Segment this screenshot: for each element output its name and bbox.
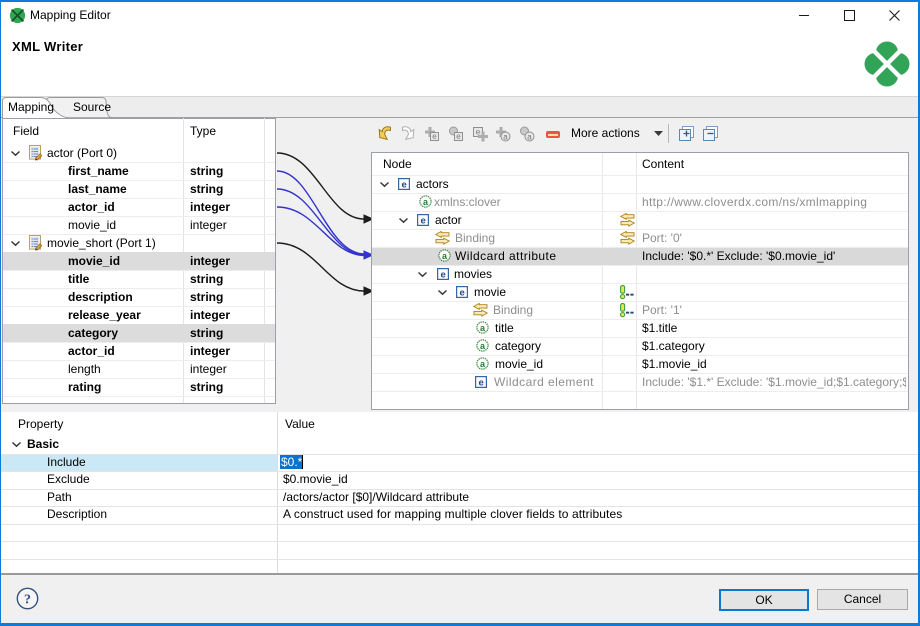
svg-text:e: e <box>432 132 437 141</box>
svg-text:e: e <box>459 287 464 298</box>
svg-text:e: e <box>440 269 445 280</box>
svg-text:?: ? <box>24 592 31 607</box>
svg-text:a: a <box>527 133 532 142</box>
svg-text:e: e <box>401 179 406 190</box>
svg-text:e: e <box>420 215 425 226</box>
svg-text:e: e <box>478 377 483 388</box>
svg-text:e: e <box>456 132 461 141</box>
svg-text:a: a <box>503 133 508 142</box>
